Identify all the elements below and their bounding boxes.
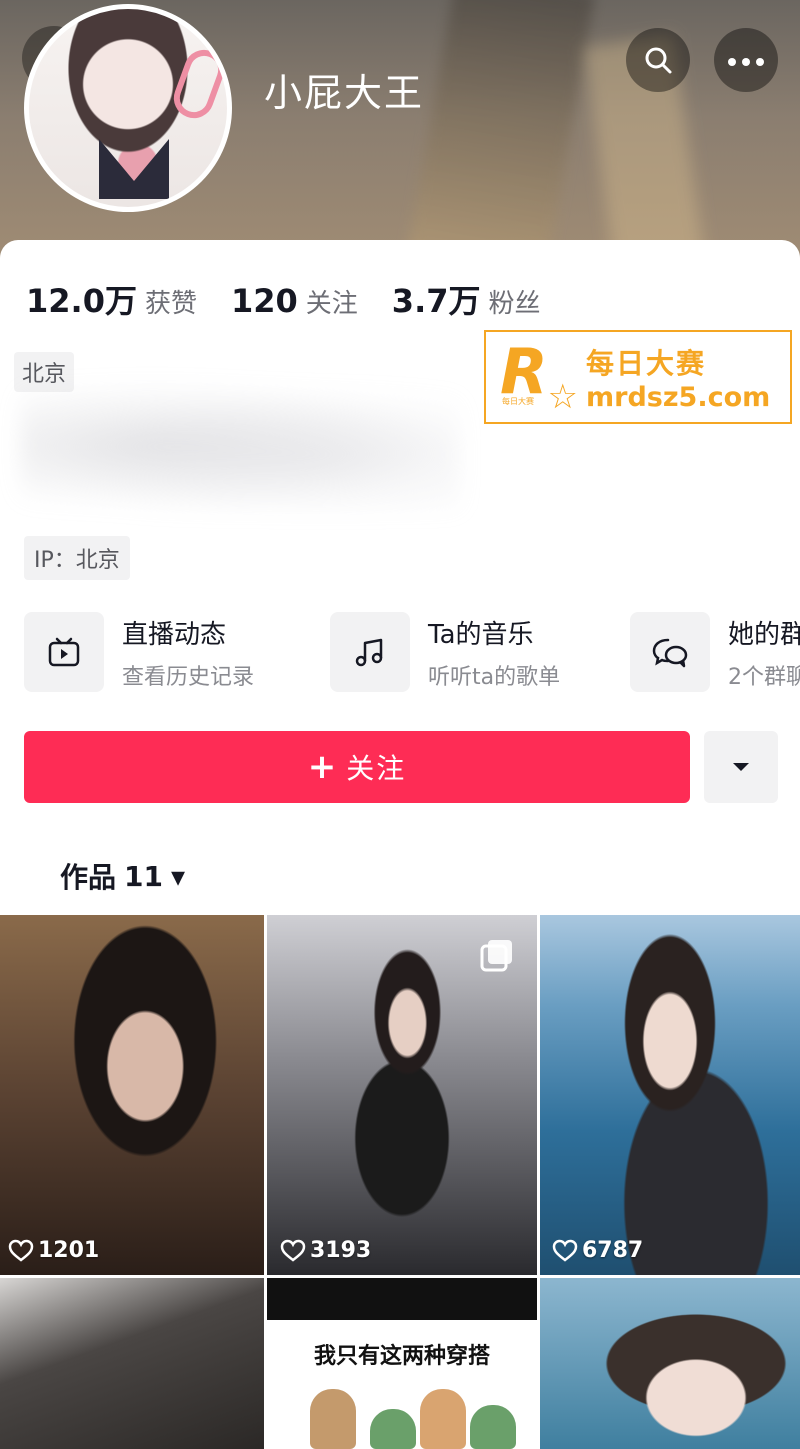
feature-groups[interactable]: 她的群 2个群聊 [630, 612, 800, 692]
feature-title: Ta的音乐 [428, 619, 534, 650]
avatar[interactable] [24, 4, 232, 212]
username: 小屁大王 [264, 71, 425, 115]
stats-row: 12.0万 获赞 120 关注 3.7万 粉丝 [26, 276, 575, 322]
avatar-collar [99, 139, 169, 199]
thumbnail-caption: 我只有这两种穿搭 [313, 1344, 490, 1369]
more-options-button[interactable] [714, 28, 778, 92]
like-count-value: 3193 [310, 1238, 372, 1263]
search-icon [645, 47, 672, 74]
banner-decoration [405, 0, 595, 262]
music-note-icon [330, 612, 410, 692]
search-button[interactable] [626, 28, 690, 92]
video-thumbnail[interactable] [540, 1278, 800, 1449]
ellipsis-icon [725, 51, 767, 70]
caret-down-icon [733, 763, 749, 771]
tab-label: 作品 [60, 861, 117, 894]
video-thumbnail[interactable] [540, 915, 800, 1275]
stat-value: 12.0万 [26, 282, 137, 320]
feature-subtitle: 2个群聊 [728, 664, 800, 690]
follow-button[interactable]: + 关注 [24, 731, 690, 803]
follow-label: 关注 [346, 752, 407, 785]
thumbnail-figures [300, 1380, 516, 1449]
like-count: 6787 [552, 1238, 643, 1263]
video-thumbnail[interactable] [0, 915, 264, 1275]
feature-title: 她的群 [728, 619, 800, 650]
star-icon: ☆ [547, 377, 578, 417]
feature-title: 直播动态 [122, 619, 227, 650]
heart-icon [8, 1239, 34, 1262]
heart-icon [552, 1239, 578, 1262]
stat-value: 3.7万 [391, 282, 481, 320]
stat-likes[interactable]: 12.0万 获赞 [26, 276, 197, 322]
like-count-value: 6787 [582, 1238, 644, 1263]
ip-location-tag: IP：北京 [24, 536, 130, 580]
feature-live-history[interactable]: 直播动态 查看历史记录 [24, 612, 254, 692]
like-count: 3193 [280, 1238, 371, 1263]
chat-bubbles-icon [630, 612, 710, 692]
like-count-value: 1201 [38, 1238, 100, 1263]
stat-followers[interactable]: 3.7万 粉丝 [392, 276, 541, 322]
blurred-bio [20, 380, 460, 510]
stat-label: 粉丝 [488, 289, 541, 319]
plus-icon: + [307, 747, 339, 787]
watermark-logo: R ☆ 每日大赛 [500, 335, 578, 418]
like-count: 1201 [8, 1238, 99, 1263]
stat-label: 关注 [305, 289, 358, 319]
thumbnail-top-bar [267, 1278, 537, 1320]
tv-icon [24, 612, 104, 692]
multi-image-icon [480, 940, 512, 972]
tab-works[interactable]: 作品 11 ▾ [60, 856, 185, 896]
recommend-dropdown-button[interactable] [704, 731, 778, 803]
watermark: R ☆ 每日大赛 每日大赛 mrdsz5.com [484, 330, 792, 424]
works-count: 11 [124, 859, 163, 893]
watermark-name: 每日大赛 [586, 346, 707, 380]
stat-value: 120 [230, 282, 298, 320]
stat-label: 获赞 [144, 289, 197, 319]
caret-down-icon: ▾ [170, 859, 186, 893]
stat-following[interactable]: 120 关注 [231, 282, 358, 320]
feature-subtitle: 查看历史记录 [122, 664, 255, 690]
watermark-url: mrdsz5.com [586, 381, 771, 413]
video-thumbnail[interactable] [0, 1278, 264, 1449]
heart-icon [280, 1239, 306, 1262]
feature-music[interactable]: Ta的音乐 听听ta的歌单 [330, 612, 560, 692]
feature-subtitle: 听听ta的歌单 [428, 664, 561, 690]
